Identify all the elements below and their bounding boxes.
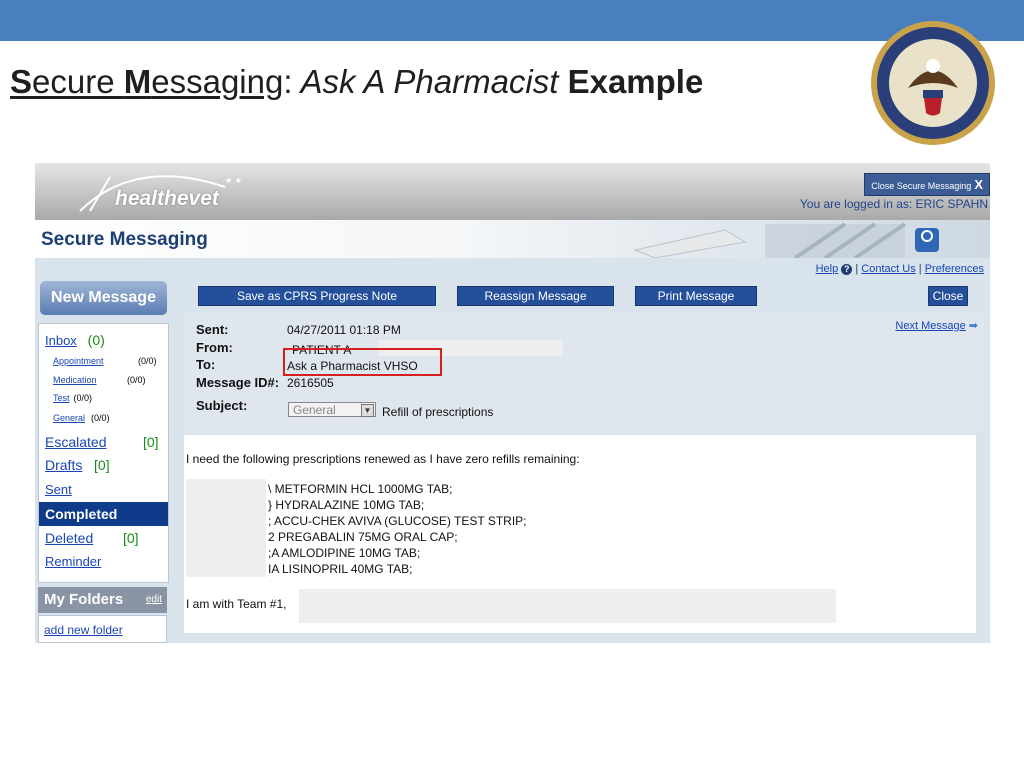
sidebar-item-appointment[interactable]: Appointment (0/0) — [53, 356, 157, 366]
svg-text:★ ★ ★ ★: ★ ★ ★ ★ — [225, 176, 245, 185]
message-id-value: 2616505 — [287, 376, 334, 390]
my-folders-header: My Folders edit — [38, 587, 167, 613]
help-icon: ? — [841, 264, 853, 275]
sidebar: New Message Inbox (0) Appointment (0/0) M… — [38, 281, 169, 643]
prescription-item: \ METFORMIN HCL 1000MG TAB; — [268, 482, 453, 496]
help-link[interactable]: Help — [816, 263, 839, 275]
prescription-item: ;A AMLODIPINE 10MG TAB; — [268, 546, 421, 560]
close-secure-messaging-button[interactable]: Close Secure Messaging X — [864, 173, 990, 196]
logo-text: healthevet — [115, 187, 219, 210]
from-label: From: — [196, 340, 233, 355]
to-label: To: — [196, 357, 216, 372]
sidebar-item-general[interactable]: General (0/0) — [53, 413, 110, 423]
message-body: I need the following prescriptions renew… — [184, 435, 976, 633]
app-title: Secure Messaging — [41, 229, 208, 250]
close-button[interactable]: Close — [928, 286, 968, 306]
sidebar-item-completed[interactable]: Completed — [39, 502, 168, 526]
sidebar-item-sent[interactable]: Sent — [45, 482, 72, 497]
sidebar-item-test[interactable]: Test (0/0) — [53, 393, 92, 403]
prescription-item: } HYDRALAZINE 10MG TAB; — [268, 498, 425, 512]
app-header: ★ ★ ★ ★ healthevet Close Secure Messagin… — [35, 163, 990, 220]
logged-in-status: You are logged in as: ERIC SPAHN — [799, 197, 988, 211]
prescription-item: 2 PREGABALIN 75MG ORAL CAP; — [268, 530, 458, 544]
sidebar-item-reminder[interactable]: Reminder — [45, 554, 101, 569]
message-pane: Save as CPRS Progress Note Reassign Mess… — [180, 281, 990, 643]
close-icon: X — [974, 177, 983, 192]
arrow-right-icon: ➡ — [968, 320, 978, 332]
subject-label: Subject: — [196, 398, 248, 413]
subject-value: Refill of prescriptions — [382, 405, 494, 419]
title-secure: Secure Messaging — [10, 63, 284, 100]
slide-title: Secure Messaging: Ask A Pharmacist Examp… — [10, 63, 704, 100]
secure-messaging-banner: Secure Messaging — [35, 220, 990, 258]
add-new-folder-link[interactable]: add new folder — [38, 615, 167, 643]
next-message-link[interactable]: Next Message ➡ — [895, 319, 978, 332]
chevron-down-icon: ▼ — [361, 404, 374, 417]
sidebar-item-deleted[interactable]: Deleted [0] — [45, 530, 139, 546]
prescription-item: IA LISINOPRIL 40MG TAB; — [268, 562, 413, 576]
sidebar-item-medication[interactable]: Medication (0/0) — [53, 375, 146, 385]
app-screenshot: ★ ★ ★ ★ healthevet Close Secure Messagin… — [35, 163, 990, 643]
sent-value: 04/27/2011 01:18 PM — [287, 323, 401, 337]
preferences-link[interactable]: Preferences — [925, 263, 984, 275]
edit-folders-link[interactable]: edit — [146, 587, 162, 613]
sent-label: Sent: — [196, 322, 229, 337]
from-to-highlight-box — [283, 348, 442, 376]
subject-category-select[interactable]: General ▼ — [288, 402, 376, 417]
folder-list: Inbox (0) Appointment (0/0) Medication (0/… — [38, 323, 169, 583]
sidebar-item-drafts[interactable]: Drafts [0] — [45, 457, 110, 473]
sidebar-item-inbox[interactable]: Inbox (0) — [45, 332, 105, 348]
va-seal-icon — [871, 21, 995, 145]
reassign-message-button[interactable]: Reassign Message — [457, 286, 614, 306]
top-links: Help ? | Contact Us | Preferences — [815, 263, 984, 275]
new-message-button[interactable]: New Message — [40, 281, 167, 315]
contact-us-link[interactable]: Contact Us — [861, 263, 915, 275]
save-cprs-button[interactable]: Save as CPRS Progress Note — [198, 286, 436, 306]
body-closing: I am with Team #1, — [186, 597, 287, 611]
banner-keyboard-photo-icon — [633, 222, 939, 258]
message-id-label: Message ID#: — [196, 375, 280, 390]
redacted-block — [186, 479, 266, 577]
prescription-item: ; ACCU-CHEK AVIVA (GLUCOSE) TEST STRIP; — [268, 514, 527, 528]
redacted-block — [299, 589, 836, 623]
sidebar-item-escalated[interactable]: Escalated [0] — [45, 434, 159, 450]
body-intro: I need the following prescriptions renew… — [186, 452, 580, 466]
print-message-button[interactable]: Print Message — [635, 286, 757, 306]
